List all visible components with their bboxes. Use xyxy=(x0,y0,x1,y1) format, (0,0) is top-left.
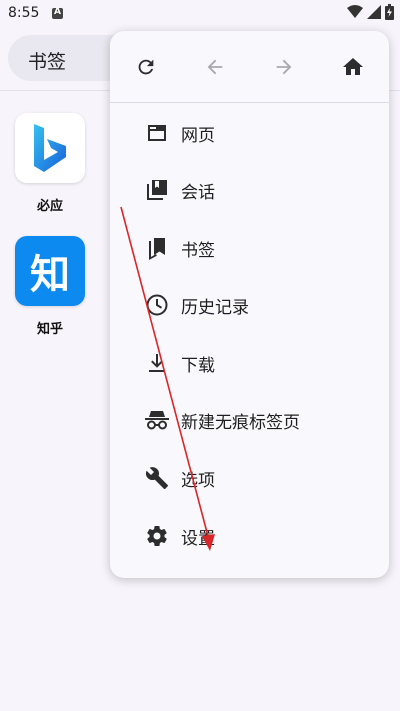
url-bar-text: 书签 xyxy=(28,51,67,73)
menu-item-bookmarks[interactable]: 书签 xyxy=(110,225,389,271)
menu-item-label: 网页 xyxy=(181,125,215,146)
gear-icon xyxy=(144,523,170,549)
menu-item-downloads[interactable]: 下载 xyxy=(110,340,389,386)
refresh-icon xyxy=(138,59,154,75)
forward-button[interactable] xyxy=(270,53,298,81)
bing-logo-icon xyxy=(15,113,85,183)
menu-item-sessions[interactable]: 会话 xyxy=(110,167,389,213)
shortcut-label: 知乎 xyxy=(36,322,63,337)
menu-item-tabs[interactable]: 网页 xyxy=(110,110,389,156)
battery-icon xyxy=(385,4,394,20)
back-button[interactable] xyxy=(201,53,229,81)
wrench-icon xyxy=(144,465,170,491)
wifi-icon xyxy=(347,5,363,18)
menu-item-options[interactable]: 选项 xyxy=(110,455,389,501)
incognito-icon xyxy=(144,407,170,433)
home-button[interactable] xyxy=(339,53,367,81)
status-bar: 8:55 xyxy=(0,0,400,28)
bookmark-icon xyxy=(144,235,170,261)
signal-icon xyxy=(367,5,381,19)
menu-item-label: 设置 xyxy=(181,528,215,549)
shortcut-label: 必应 xyxy=(36,199,63,214)
collections-icon xyxy=(144,177,170,203)
menu-item-label: 历史记录 xyxy=(181,297,249,318)
menu-toolbar xyxy=(110,31,389,103)
menu-item-settings[interactable]: 设置 xyxy=(110,513,389,559)
history-icon xyxy=(144,292,170,318)
menu-item-label: 选项 xyxy=(181,470,215,491)
back-arrow-icon xyxy=(207,59,223,75)
refresh-button[interactable] xyxy=(132,53,160,81)
shortcut-bing[interactable]: 必应 xyxy=(5,113,95,214)
overflow-menu: 网页 会话 书签 历史记录 下载 新建无痕标签页 选项 设置 xyxy=(110,31,389,578)
menu-item-incognito[interactable]: 新建无痕标签页 xyxy=(110,397,389,443)
menu-divider xyxy=(110,102,389,103)
menu-item-history[interactable]: 历史记录 xyxy=(110,282,389,328)
zhihu-logo-icon: 知 xyxy=(15,236,85,306)
notification-icon xyxy=(52,7,63,19)
menu-item-label: 下载 xyxy=(181,355,215,376)
status-icons xyxy=(347,4,394,20)
menu-item-label: 新建无痕标签页 xyxy=(181,412,300,433)
menu-item-label: 书签 xyxy=(181,240,215,261)
shortcut-zhihu[interactable]: 知 知乎 xyxy=(5,236,95,337)
home-icon xyxy=(343,58,363,75)
tab-icon xyxy=(144,120,170,146)
status-time: 8:55 xyxy=(8,5,40,21)
download-icon xyxy=(144,350,170,376)
forward-arrow-icon xyxy=(276,59,292,75)
menu-item-label: 会话 xyxy=(181,182,215,203)
